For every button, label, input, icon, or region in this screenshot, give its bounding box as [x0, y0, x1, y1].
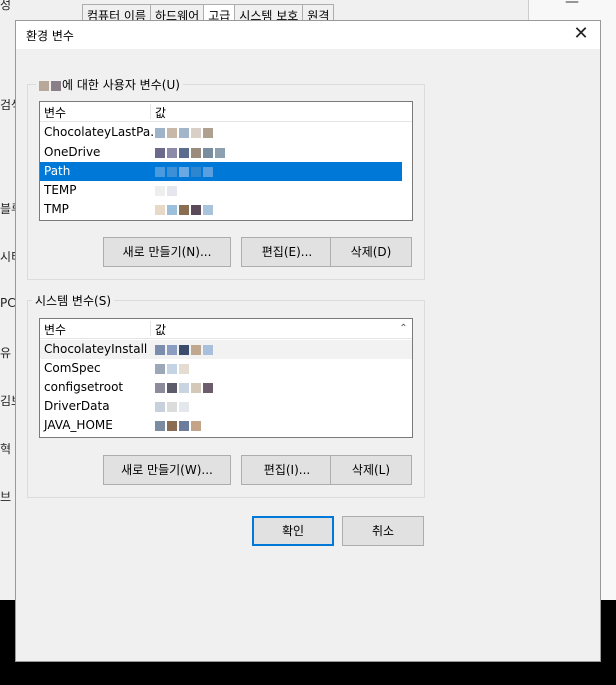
user-new-button[interactable]: 새로 만들기(N)...: [103, 237, 231, 267]
user-delete-button[interactable]: 삭제(D): [330, 237, 412, 267]
system-edit-button[interactable]: 편집(I)...: [241, 455, 333, 485]
user-variables-label-text: 에 대한 사용자 변수(U): [62, 78, 180, 92]
ok-button[interactable]: 확인: [252, 516, 334, 546]
column-header-name[interactable]: 변수: [44, 104, 66, 121]
variable-name: Path: [44, 164, 71, 178]
user-variables-list[interactable]: 변수 값 ChocolateyLastPa... OneDrive Path T…: [39, 101, 413, 221]
redacted-value: [155, 123, 215, 142]
minimize-icon[interactable]: —: [565, 0, 579, 10]
list-item-selected[interactable]: Path: [40, 162, 402, 181]
environment-variables-dialog: 환경 변수 ✕ 에 대한 사용자 변수(U) 변수 값 ChocolateyLa…: [15, 20, 601, 662]
title-bar: 환경 변수 ✕: [16, 21, 600, 49]
variable-name: TMP: [44, 202, 69, 216]
bg-text: 시티: [0, 250, 15, 264]
variable-name: JAVA_HOME: [44, 418, 113, 432]
redacted-value: [155, 416, 203, 435]
system-new-button[interactable]: 새로 만들기(W)...: [103, 455, 231, 485]
list-item[interactable]: ChocolateyLastPa...: [40, 123, 412, 142]
system-variables-list[interactable]: 변수 값 ⌃ ChocolateyInstall ComSpec configs…: [39, 318, 413, 438]
variable-name: ChocolateyInstall: [44, 342, 148, 356]
bg-text: PC: [0, 296, 15, 310]
dialog-title: 환경 변수: [26, 29, 74, 43]
bg-text: 검색: [0, 98, 15, 112]
column-separator: [150, 104, 151, 119]
redacted-value: [155, 143, 227, 162]
redacted-value: [155, 378, 215, 397]
variable-name: ComSpec: [44, 361, 101, 375]
column-header-name[interactable]: 변수: [44, 321, 66, 338]
redacted-username: [51, 80, 61, 91]
column-header-value[interactable]: 값: [155, 321, 166, 338]
bg-text: 김보: [0, 394, 15, 408]
list-item[interactable]: OneDrive: [40, 143, 412, 162]
redacted-value: [155, 200, 215, 219]
redacted-value: [155, 359, 191, 378]
list-item[interactable]: TMP: [40, 200, 412, 219]
variable-name: DriverData: [44, 399, 110, 413]
user-list-header: 변수 값: [40, 102, 412, 122]
close-icon[interactable]: ✕: [568, 22, 594, 46]
bg-text: 브: [0, 490, 12, 504]
bg-text: 유: [0, 346, 12, 360]
list-item[interactable]: ChocolateyInstall: [40, 340, 412, 359]
cancel-button[interactable]: 취소: [342, 516, 424, 546]
background-window: 컴퓨터 이름 하드웨어 고급 시스템 보호 원격: [0, 0, 528, 26]
bg-text: 혁: [0, 442, 12, 456]
redacted-username: [39, 80, 49, 91]
system-list-header: 변수 값: [40, 319, 412, 339]
user-edit-button[interactable]: 편집(E)...: [241, 237, 333, 267]
redacted-value: [155, 181, 179, 200]
scroll-up-icon[interactable]: ⌃: [395, 319, 412, 338]
list-item[interactable]: TEMP: [40, 181, 412, 200]
column-header-value[interactable]: 값: [155, 104, 166, 121]
list-item[interactable]: ComSpec: [40, 359, 412, 378]
bg-text: 성: [0, 0, 12, 12]
user-variables-label: 에 대한 사용자 변수(U): [36, 76, 183, 93]
redacted-value: [155, 397, 191, 416]
variable-name: ChocolateyLastPa...: [44, 125, 162, 139]
system-delete-button[interactable]: 삭제(L): [330, 455, 412, 485]
redacted-value: [155, 162, 215, 181]
system-variables-label: 시스템 변수(S): [32, 292, 114, 309]
variable-name: OneDrive: [44, 145, 101, 159]
background-left-window: 성 검색 블루 시티 PC 유 김보 혁 브: [0, 0, 15, 600]
variable-name: configsetroot: [44, 380, 124, 394]
column-separator: [150, 321, 151, 336]
variable-name: TEMP: [44, 183, 77, 197]
list-item[interactable]: configsetroot: [40, 378, 412, 397]
redacted-value: [155, 340, 215, 359]
list-item[interactable]: JAVA_HOME: [40, 416, 412, 435]
list-item[interactable]: DriverData: [40, 397, 412, 416]
bg-text: 블루: [0, 202, 15, 216]
